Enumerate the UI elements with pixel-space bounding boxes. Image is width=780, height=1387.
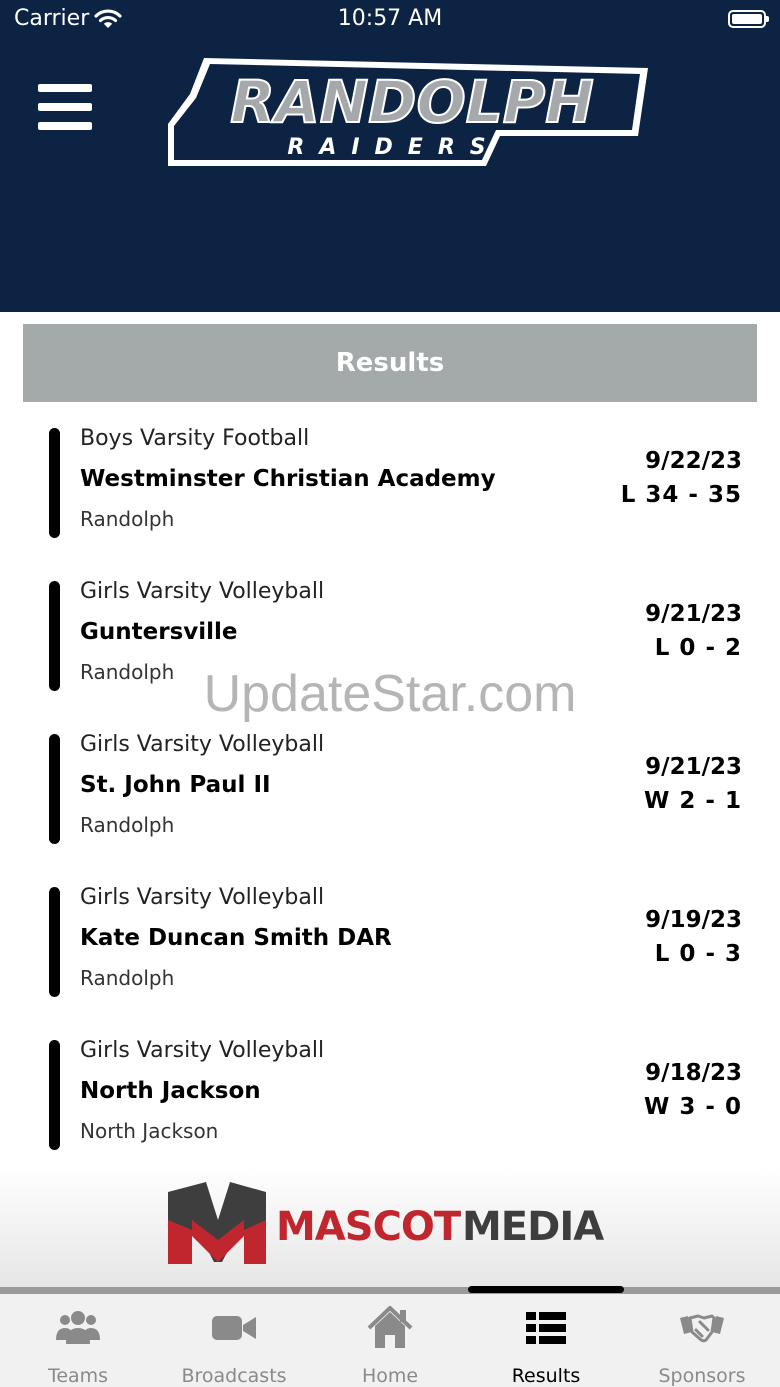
house-icon [367, 1306, 413, 1348]
result-accent-bar [49, 581, 60, 691]
result-score: L 0 - 3 [654, 941, 742, 967]
result-row[interactable]: Girls Varsity Volleyball Kate Duncan Smi… [0, 885, 780, 1038]
video-camera-icon [212, 1316, 256, 1340]
app-header: RANDOLPH RAIDERS [0, 40, 780, 312]
result-score: W 3 - 0 [644, 1094, 742, 1120]
result-sport: Girls Varsity Volleyball [80, 1038, 325, 1063]
results-section-header: Results [23, 324, 757, 402]
result-accent-bar [49, 428, 60, 538]
result-team: Randolph [80, 660, 175, 684]
divider [0, 1287, 780, 1294]
result-accent-bar [49, 1040, 60, 1150]
result-sport: Girls Varsity Volleyball [80, 885, 325, 910]
clock: 10:57 AM [337, 6, 443, 31]
tab-label: Sponsors [658, 1365, 746, 1387]
tab-home[interactable]: Home [312, 1294, 468, 1387]
svg-text:RAIDERS: RAIDERS [287, 135, 500, 160]
results-list: Boys Varsity Football Westminster Christ… [0, 426, 780, 1191]
result-sport: Boys Varsity Football [80, 426, 310, 451]
result-sport: Girls Varsity Volleyball [80, 579, 325, 604]
result-score: W 2 - 1 [644, 788, 742, 814]
result-row[interactable]: Girls Varsity Volleyball Guntersville Ra… [0, 579, 780, 732]
result-opponent: Westminster Christian Academy [80, 466, 496, 492]
result-opponent: Guntersville [80, 619, 238, 645]
tab-results[interactable]: Results [468, 1294, 624, 1387]
result-accent-bar [49, 734, 60, 844]
handshake-icon [680, 1314, 724, 1343]
result-date: 9/22/23 [645, 448, 742, 474]
bottom-tab-bar: Teams Broadcasts Home Results Sponsors [0, 1294, 780, 1387]
tab-label: Broadcasts [181, 1365, 287, 1387]
svg-text:RANDOLPH: RANDOLPH [230, 68, 594, 136]
result-sport: Girls Varsity Volleyball [80, 732, 325, 757]
home-indicator [468, 1286, 624, 1293]
result-date: 9/18/23 [645, 1060, 742, 1086]
result-opponent: Kate Duncan Smith DAR [80, 925, 392, 951]
tab-sponsors[interactable]: Sponsors [624, 1294, 780, 1387]
battery-icon [728, 10, 769, 28]
hamburger-menu-button[interactable] [38, 84, 92, 130]
tab-teams[interactable]: Teams [0, 1294, 156, 1387]
result-score: L 34 - 35 [620, 482, 742, 508]
result-team: Randolph [80, 507, 175, 531]
result-score: L 0 - 2 [654, 635, 742, 661]
result-date: 9/21/23 [645, 601, 742, 627]
result-accent-bar [49, 887, 60, 997]
result-row[interactable]: Girls Varsity Volleyball St. John Paul I… [0, 732, 780, 885]
tab-label: Results [511, 1365, 581, 1387]
tab-label: Teams [47, 1365, 109, 1387]
result-team: Randolph [80, 813, 175, 837]
result-date: 9/19/23 [645, 907, 742, 933]
svg-text:MEDIA: MEDIA [462, 1204, 604, 1250]
people-icon [56, 1311, 100, 1344]
result-date: 9/21/23 [645, 754, 742, 780]
mascot-media-logo: MASCOT MEDIA [168, 1182, 605, 1264]
list-icon [526, 1312, 566, 1344]
sponsor-banner[interactable]: MASCOT MEDIA [0, 1166, 780, 1287]
tab-broadcasts[interactable]: Broadcasts [156, 1294, 312, 1387]
randolph-raiders-logo: RANDOLPH RAIDERS [168, 58, 648, 166]
tab-label: Home [361, 1365, 419, 1387]
result-row[interactable]: Boys Varsity Football Westminster Christ… [0, 426, 780, 579]
result-opponent: St. John Paul II [80, 772, 271, 798]
result-opponent: North Jackson [80, 1078, 261, 1104]
status-bar: Carrier 10:57 AM [0, 0, 780, 40]
result-team: Randolph [80, 966, 175, 990]
svg-text:MASCOT: MASCOT [276, 1204, 462, 1250]
result-team: North Jackson [80, 1119, 219, 1143]
